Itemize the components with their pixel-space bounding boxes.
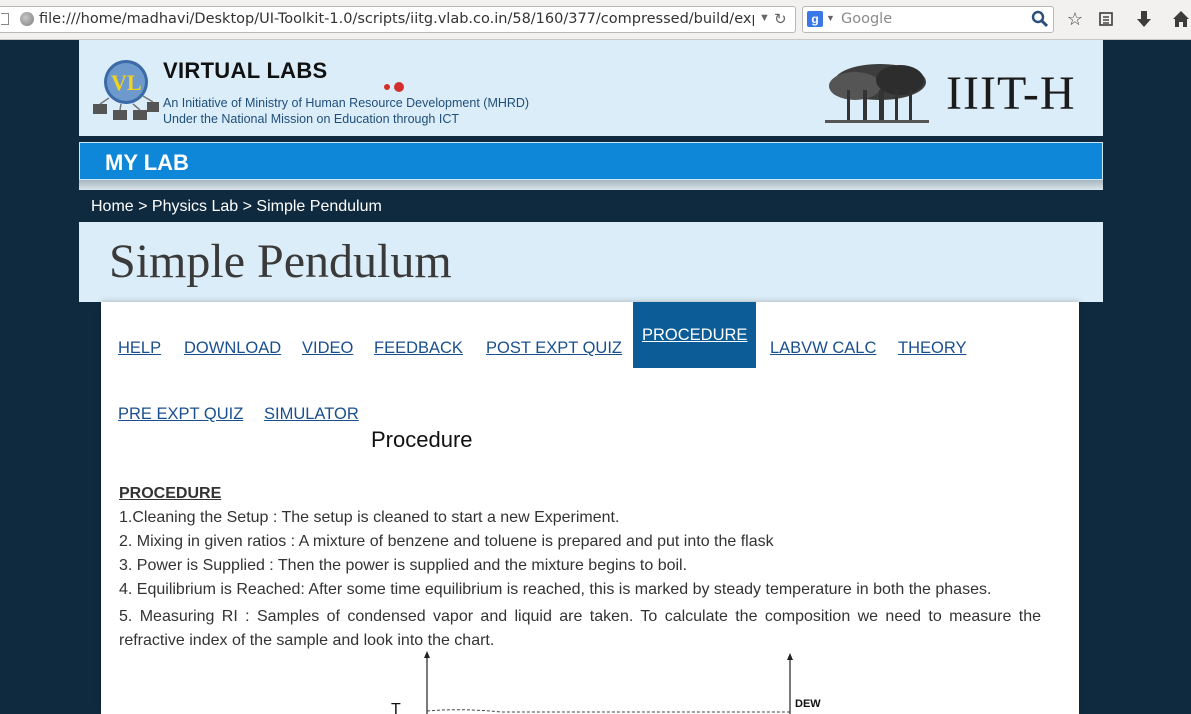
breadcrumb[interactable]: Home > Physics Lab > Simple Pendulum xyxy=(91,198,382,216)
bookmarks-list-icon[interactable] xyxy=(1095,8,1117,30)
tab-video[interactable]: VIDEO xyxy=(302,339,353,358)
download-icon[interactable] xyxy=(1133,8,1155,30)
mylab-bar[interactable]: MY LAB xyxy=(79,142,1103,180)
site-subtitle-2: Under the National Mission on Education … xyxy=(163,112,459,126)
site-wrapper: VL VIRTUAL LABS An Initiative of Ministr… xyxy=(79,40,1103,714)
procedure-title: Procedure xyxy=(371,427,473,452)
url-text[interactable]: file:///home/madhavi/Desktop/UI-Toolkit-… xyxy=(39,11,754,27)
procedure-step-3: 3. Power is Supplied : Then the power is… xyxy=(119,557,688,574)
tab-download[interactable]: DOWNLOAD xyxy=(184,339,281,358)
tab-procedure[interactable]: PROCEDURE xyxy=(633,302,757,368)
diagram-curve-label: DEW xyxy=(795,698,821,710)
virtual-labs-logo[interactable]: VL xyxy=(91,54,161,126)
procedure-heading: PROCEDURE xyxy=(119,485,222,502)
url-bar[interactable]: file:///home/madhavi/Desktop/UI-Toolkit-… xyxy=(0,6,796,33)
bookmark-star-icon[interactable]: ☆ xyxy=(1064,8,1086,30)
url-dropdown-icon[interactable]: ▼ xyxy=(759,12,770,24)
tab-theory[interactable]: THEORY xyxy=(898,339,966,358)
tab-pre-expt-quiz[interactable]: PRE EXPT QUIZ xyxy=(118,405,243,424)
tab-post-expt-quiz[interactable]: POST EXPT QUIZ xyxy=(486,339,622,358)
search-bar[interactable]: g ▼ Google xyxy=(802,6,1054,33)
search-placeholder[interactable]: Google xyxy=(841,11,892,27)
procedure-step-2: 2. Mixing in given ratios : A mixture of… xyxy=(119,533,774,550)
search-icon[interactable] xyxy=(1031,10,1049,28)
page-icon xyxy=(1,13,9,25)
reload-icon[interactable]: ↻ xyxy=(774,10,787,28)
title-underline xyxy=(163,82,463,92)
banyan-tree-logo xyxy=(825,64,929,123)
site-header: VL VIRTUAL LABS An Initiative of Ministr… xyxy=(79,40,1103,138)
site-subtitle-1: An Initiative of Ministry of Human Resou… xyxy=(163,96,530,110)
mylab-label[interactable]: MY LAB xyxy=(105,150,189,176)
globe-icon xyxy=(20,12,34,26)
content-panel: HELP DOWNLOAD VIDEO FEEDBACK POST EXPT Q… xyxy=(101,302,1079,714)
logo-text: VL xyxy=(111,70,142,95)
page-title-bar: Simple Pendulum xyxy=(79,222,1103,302)
procedure-step-4: 4. Equilibrium is Reached: After some ti… xyxy=(119,581,992,598)
tab-feedback[interactable]: FEEDBACK xyxy=(374,339,463,358)
google-engine-icon[interactable]: g xyxy=(807,11,823,27)
site-title: VIRTUAL LABS xyxy=(163,58,328,83)
home-icon[interactable] xyxy=(1170,8,1191,30)
page-title: Simple Pendulum xyxy=(109,235,452,288)
diagram-axis-label: T xyxy=(391,701,401,714)
tab-labvw-calc[interactable]: LABVW CALC xyxy=(770,339,876,358)
browser-toolbar: file:///home/madhavi/Desktop/UI-Toolkit-… xyxy=(0,0,1191,40)
institute-name: IIIT-H xyxy=(946,67,1076,120)
tab-help[interactable]: HELP xyxy=(118,339,161,358)
title-dots-icon xyxy=(384,82,404,92)
mylab-shadow xyxy=(79,180,1103,190)
engine-dropdown-icon[interactable]: ▼ xyxy=(826,13,835,23)
procedure-step-1: 1.Cleaning the Setup : The setup is clea… xyxy=(119,509,620,526)
phase-diagram: T DEW xyxy=(391,651,821,714)
procedure-step-5: 5. Measuring RI : Samples of condensed v… xyxy=(119,608,1041,649)
tab-simulator[interactable]: SIMULATOR xyxy=(264,405,359,424)
